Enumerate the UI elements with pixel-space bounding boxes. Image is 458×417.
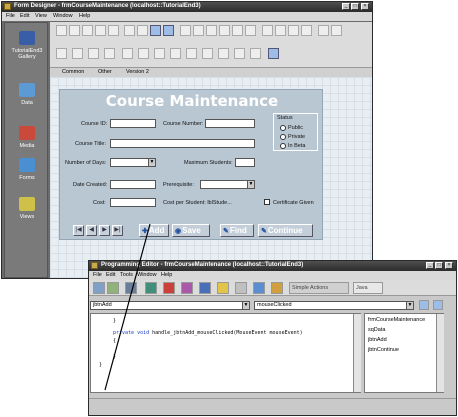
callout-line-segment xyxy=(104,223,151,391)
callout-line xyxy=(104,223,151,391)
